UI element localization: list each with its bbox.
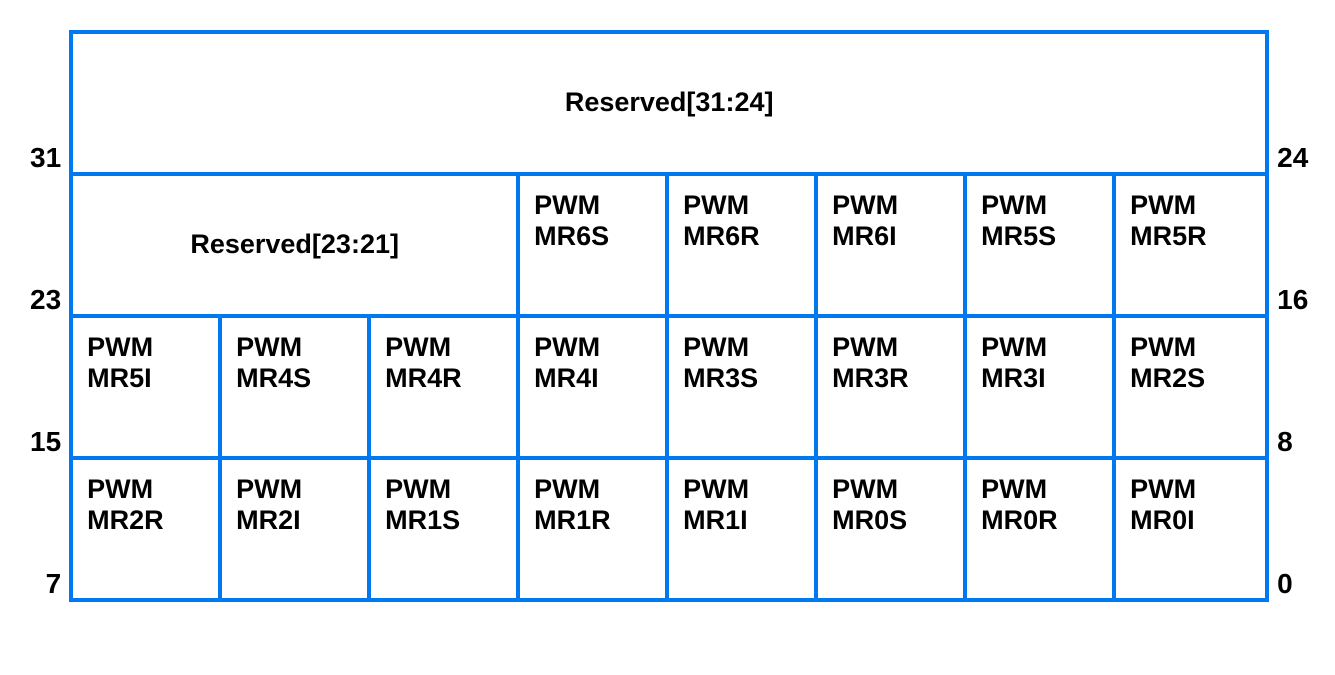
- field-label: Reserved[31:24]: [565, 87, 774, 118]
- field-label: MR2I: [236, 505, 353, 536]
- bit-field: PWM MR2R: [73, 460, 222, 598]
- field-label: PWM: [87, 474, 204, 505]
- bit-field: PWM MR0R: [967, 460, 1116, 598]
- bit-field: PWM MR1I: [669, 460, 818, 598]
- field-label: MR4I: [534, 363, 651, 394]
- field-label: PWM: [981, 190, 1098, 221]
- bit-field: PWM MR5S: [967, 176, 1116, 314]
- bit-label-left: 31: [30, 34, 61, 176]
- field-label: MR0R: [981, 505, 1098, 536]
- bit-label-right: 8: [1277, 318, 1308, 460]
- bit-label-right: 16: [1277, 176, 1308, 318]
- field-label: PWM: [1130, 190, 1251, 221]
- register-row: PWM MR2R PWM MR2I PWM MR1S PWM MR1R PWM …: [73, 460, 1265, 598]
- bit-field: PWM MR2I: [222, 460, 371, 598]
- bit-field: PWM MR5R: [1116, 176, 1265, 314]
- reserved-field: Reserved[23:21]: [73, 176, 520, 314]
- field-label: PWM: [683, 474, 800, 505]
- bit-field: PWM MR6S: [520, 176, 669, 314]
- bit-label-left: 15: [30, 318, 61, 460]
- field-label: MR2R: [87, 505, 204, 536]
- field-label: MR5R: [1130, 221, 1251, 252]
- bit-field: PWM MR1S: [371, 460, 520, 598]
- field-label: MR2S: [1130, 363, 1251, 394]
- field-label: MR3S: [683, 363, 800, 394]
- field-label: Reserved[23:21]: [190, 229, 399, 260]
- field-label: PWM: [534, 332, 651, 363]
- field-label: PWM: [385, 474, 502, 505]
- field-label: PWM: [534, 190, 651, 221]
- field-label: PWM: [1130, 332, 1251, 363]
- field-label: MR1R: [534, 505, 651, 536]
- bit-field: PWM MR0I: [1116, 460, 1265, 598]
- field-label: MR6R: [683, 221, 800, 252]
- field-label: MR1I: [683, 505, 800, 536]
- bit-field: PWM MR4R: [371, 318, 520, 456]
- bit-label-right: 24: [1277, 34, 1308, 176]
- field-label: PWM: [87, 332, 204, 363]
- register-row: Reserved[31:24]: [73, 34, 1265, 176]
- register-row: Reserved[23:21] PWM MR6S PWM MR6R PWM MR…: [73, 176, 1265, 318]
- reserved-field: Reserved[31:24]: [73, 34, 1265, 172]
- bit-field: PWM MR0S: [818, 460, 967, 598]
- register-diagram: 31 23 15 7 Reserved[31:24] Reserved[23:2…: [30, 30, 1305, 602]
- field-label: MR5S: [981, 221, 1098, 252]
- field-label: PWM: [832, 332, 949, 363]
- register-table: Reserved[31:24] Reserved[23:21] PWM MR6S…: [69, 30, 1269, 602]
- bit-field: PWM MR3I: [967, 318, 1116, 456]
- bit-label-right: 0: [1277, 460, 1308, 602]
- bit-field: PWM MR6R: [669, 176, 818, 314]
- field-label: MR0S: [832, 505, 949, 536]
- field-label: MR6S: [534, 221, 651, 252]
- field-label: PWM: [236, 332, 353, 363]
- field-label: PWM: [832, 474, 949, 505]
- field-label: MR3R: [832, 363, 949, 394]
- field-label: MR1S: [385, 505, 502, 536]
- field-label: PWM: [385, 332, 502, 363]
- bit-field: PWM MR6I: [818, 176, 967, 314]
- bit-field: PWM MR3S: [669, 318, 818, 456]
- bit-field: PWM MR4I: [520, 318, 669, 456]
- bit-field: PWM MR2S: [1116, 318, 1265, 456]
- field-label: PWM: [534, 474, 651, 505]
- field-label: PWM: [236, 474, 353, 505]
- right-bit-labels: 24 16 8 0: [1269, 30, 1308, 602]
- field-label: PWM: [832, 190, 949, 221]
- bit-label-left: 23: [30, 176, 61, 318]
- field-label: PWM: [683, 190, 800, 221]
- register-row: PWM MR5I PWM MR4S PWM MR4R PWM MR4I PWM …: [73, 318, 1265, 460]
- bit-field: PWM MR4S: [222, 318, 371, 456]
- field-label: MR6I: [832, 221, 949, 252]
- bit-field: PWM MR1R: [520, 460, 669, 598]
- field-label: MR0I: [1130, 505, 1251, 536]
- field-label: MR4S: [236, 363, 353, 394]
- field-label: PWM: [981, 332, 1098, 363]
- field-label: MR4R: [385, 363, 502, 394]
- bit-field: PWM MR3R: [818, 318, 967, 456]
- field-label: PWM: [981, 474, 1098, 505]
- bit-field: PWM MR5I: [73, 318, 222, 456]
- field-label: PWM: [683, 332, 800, 363]
- bit-label-left: 7: [30, 460, 61, 602]
- field-label: MR5I: [87, 363, 204, 394]
- field-label: MR3I: [981, 363, 1098, 394]
- field-label: PWM: [1130, 474, 1251, 505]
- left-bit-labels: 31 23 15 7: [30, 30, 69, 602]
